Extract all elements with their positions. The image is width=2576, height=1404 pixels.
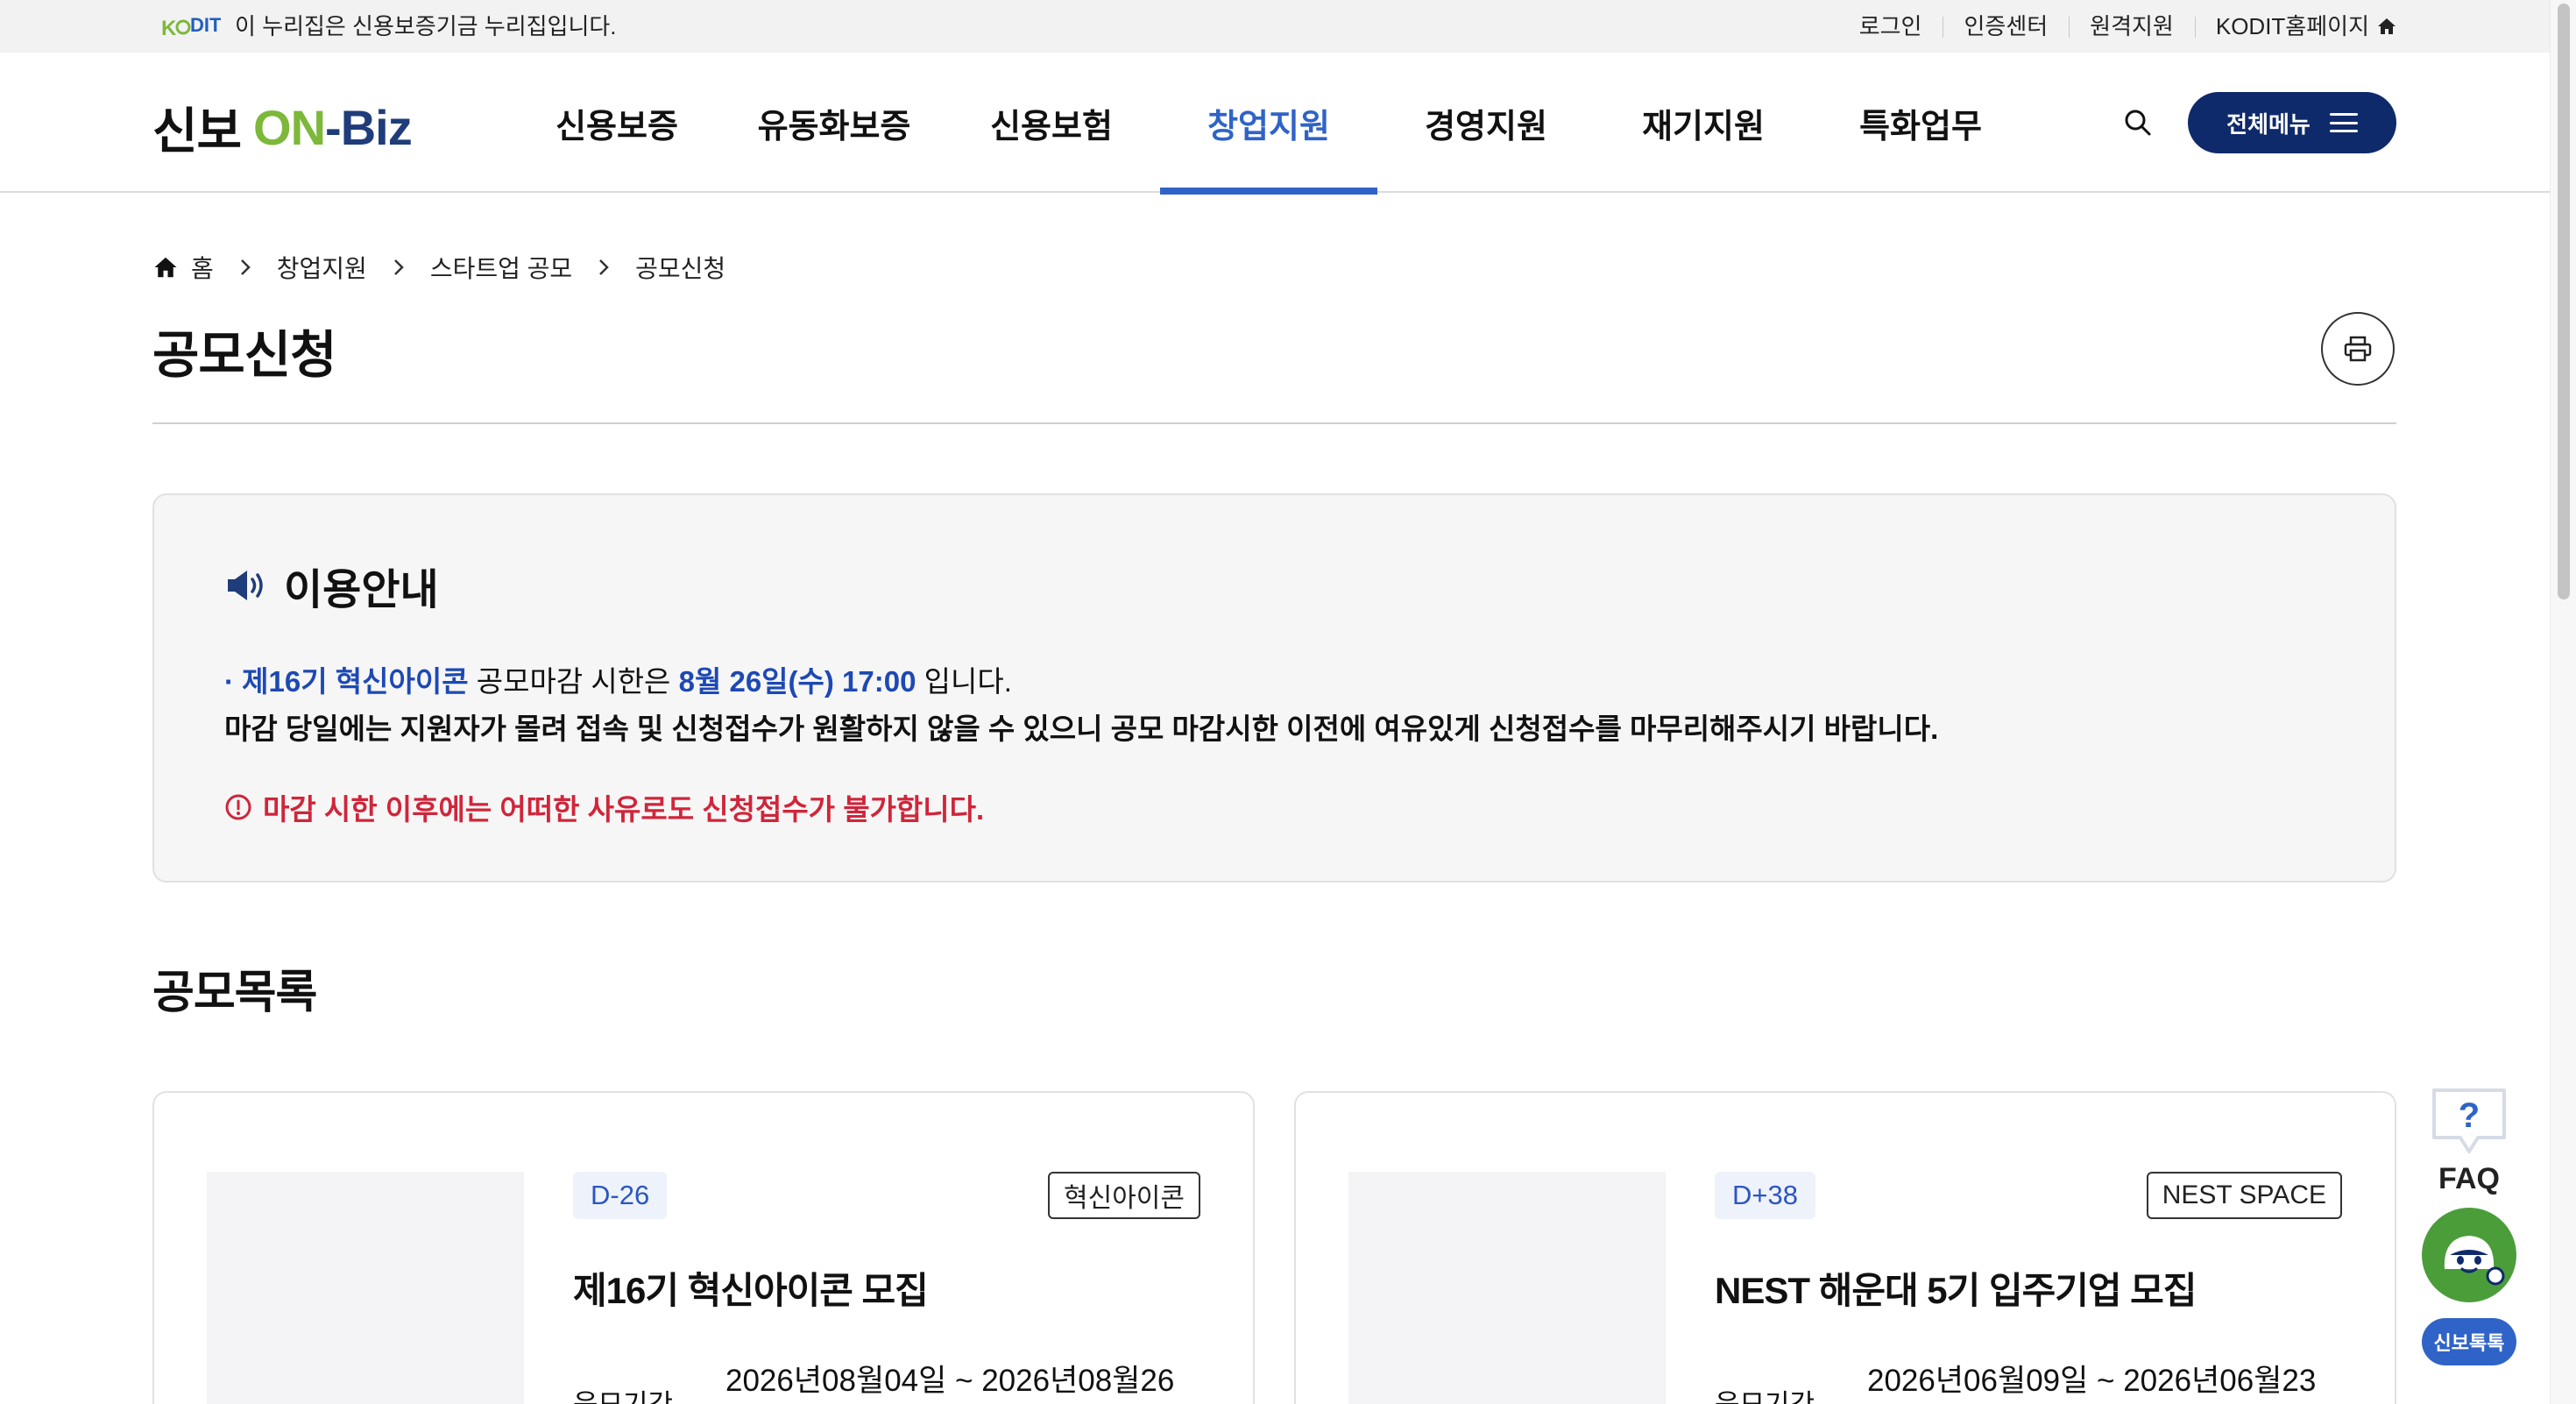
nav-restart-support[interactable]: 재기지원 — [1595, 53, 1812, 193]
chevron-right-icon — [392, 257, 406, 278]
top-utility-bar: K DIT 이 누리집은 신용보증기금 누리집입니다. 로그인 인증센터 원격지… — [0, 0, 2550, 53]
period-value: 2026년06월09일 ~ 2026년06월23 — [1867, 1364, 2317, 1398]
notice-warning: 마감 시한 이후에는 어떠한 사유로도 신청접수가 불가합니다. — [224, 786, 984, 828]
alert-circle-icon — [225, 794, 251, 820]
chatbot-button[interactable] — [2422, 1208, 2516, 1302]
notice-deadline: 8월 26일(수) 17:00 — [678, 665, 916, 698]
notice-mid: 공모마감 시한은 — [468, 665, 679, 698]
notice-suffix: 입니다. — [916, 665, 1012, 698]
notice-title: 이용안내 — [284, 567, 439, 613]
notice-program: · 제16기 혁신아이콘 — [224, 665, 469, 698]
contest-card[interactable]: D-26 혁신아이콘 제16기 혁신아이콘 모집 응모기간 2026년08월04… — [152, 1091, 1255, 1404]
contest-card[interactable]: D+38 NEST SPACE NEST 해운대 5기 입주기업 모집 응모기간… — [1294, 1091, 2396, 1404]
all-menu-button[interactable]: 전체메뉴 — [2188, 92, 2396, 153]
site-logo[interactable]: 신보 ON-Biz — [152, 92, 413, 163]
search-button[interactable] — [2119, 103, 2157, 142]
search-icon — [2125, 110, 2151, 136]
dday-badge: D-26 — [573, 1172, 668, 1219]
card-thumbnail — [207, 1172, 524, 1404]
kodit-home-link[interactable]: KODIT홈페이지 — [2194, 13, 2397, 39]
logo-text-sinbo: 신보 — [152, 103, 242, 159]
all-menu-label: 전체메뉴 — [2226, 110, 2311, 138]
contest-list-title: 공모목록 — [152, 968, 317, 1018]
logo-text-biz: -Biz — [325, 100, 413, 155]
period-label: 응모기간 — [1715, 1382, 1815, 1404]
page-title: 공모신청 — [152, 327, 336, 384]
faq-label: FAQ — [2438, 1162, 2500, 1195]
kodit-home-label: KODIT홈페이지 — [2215, 13, 2369, 39]
title-divider — [152, 422, 2396, 424]
category-tag: 혁신아이콘 — [1048, 1172, 1200, 1219]
main-nav: 신용보증 유동화보증 신용보험 창업지원 경영지원 재기지원 특화업무 — [508, 53, 2029, 195]
logo-text-on: ON — [253, 100, 326, 155]
svg-text:K: K — [161, 17, 177, 40]
chatbot-label-button[interactable]: 신보톡톡 — [2422, 1318, 2516, 1365]
breadcrumb: 홈 창업지원 스타트업 공모 공모신청 — [152, 250, 725, 285]
svg-text:?: ? — [2459, 1096, 2480, 1135]
hamburger-icon — [2329, 113, 2358, 132]
breadcrumb-home-label: 홈 — [191, 255, 214, 282]
printer-icon — [2344, 336, 2372, 362]
breadcrumb-current: 공모신청 — [635, 255, 726, 282]
notice-advice-line: 마감 당일에는 지원자가 몰려 접속 및 신청접수가 원활하지 않을 수 있으니… — [224, 713, 1939, 745]
notice-heading: 이용안내 — [224, 555, 439, 616]
chatbot-mascot-icon — [2444, 1236, 2505, 1286]
question-bubble-icon: ? — [2432, 1088, 2506, 1153]
site-notice: 이 누리집은 신용보증기금 누리집입니다. — [235, 13, 617, 39]
nav-securitization[interactable]: 유동화보증 — [725, 53, 943, 193]
card-title[interactable]: 제16기 혁신아이콘 모집 — [573, 1261, 929, 1315]
breadcrumb-startup[interactable]: 창업지원 — [277, 250, 367, 285]
scrollbar-thumb[interactable] — [2558, 4, 2570, 599]
page-scrollbar[interactable] — [2550, 0, 2576, 1404]
card-thumbnail — [1348, 1172, 1666, 1404]
chevron-right-icon — [597, 257, 611, 278]
dday-badge: D+38 — [1715, 1172, 1815, 1219]
nav-credit-insurance[interactable]: 신용보험 — [943, 53, 1160, 193]
main-header: 신보 ON-Biz 신용보증 유동화보증 신용보험 창업지원 경영지원 재기지원… — [0, 53, 2550, 195]
print-button[interactable] — [2321, 312, 2395, 386]
period-label: 응모기간 — [573, 1382, 673, 1404]
notice-deadline-line: · 제16기 혁신아이콘 공모마감 시한은 8월 26일(수) 17:00 입니… — [224, 658, 1012, 700]
cert-center-link[interactable]: 인증센터 — [1943, 13, 2069, 39]
svg-text:DIT: DIT — [190, 14, 221, 36]
category-tag: NEST SPACE — [2146, 1172, 2342, 1219]
faq-button[interactable]: ? FAQ — [2427, 1085, 2511, 1199]
notice-warning-text: 마감 시한 이후에는 어떠한 사유로도 신청접수가 불가합니다. — [263, 793, 985, 826]
logo-text-onbiz: ON-Biz — [253, 99, 413, 156]
home-icon — [2378, 18, 2396, 34]
nav-management-support[interactable]: 경영지원 — [1377, 53, 1595, 193]
home-icon — [154, 257, 177, 278]
breadcrumb-startup-contest[interactable]: 스타트업 공모 — [430, 250, 572, 285]
chevron-right-icon — [238, 257, 252, 278]
breadcrumb-home[interactable]: 홈 — [152, 250, 214, 285]
megaphone-icon — [228, 571, 263, 600]
utility-links: 로그인 인증센터 원격지원 KODIT홈페이지 — [1838, 0, 2397, 53]
nav-startup-support[interactable]: 창업지원 — [1160, 53, 1377, 195]
period-value: 2026년08월04일 ~ 2026년08월26 — [725, 1364, 1175, 1398]
usage-notice-box: 이용안내 · 제16기 혁신아이콘 공모마감 시한은 8월 26일(수) 17:… — [152, 493, 2396, 883]
remote-support-link[interactable]: 원격지원 — [2069, 13, 2195, 39]
nav-credit-guarantee[interactable]: 신용보증 — [508, 53, 725, 193]
card-title[interactable]: NEST 해운대 5기 입주기업 모집 — [1715, 1261, 2197, 1315]
nav-special-services[interactable]: 특화업무 — [1812, 53, 2029, 193]
login-link[interactable]: 로그인 — [1838, 13, 1943, 39]
kodit-logo: K DIT — [161, 14, 221, 40]
